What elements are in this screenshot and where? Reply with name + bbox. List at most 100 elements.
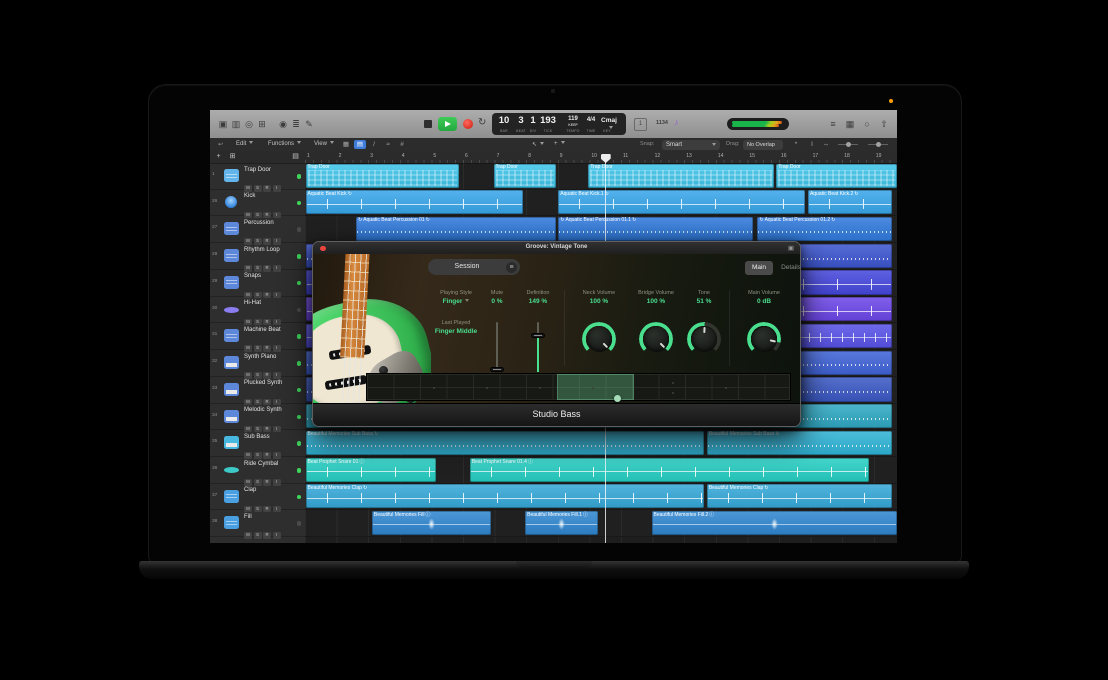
track-on-indicator[interactable]: [297, 227, 302, 232]
ruler-bar-number[interactable]: 5: [433, 153, 436, 159]
region[interactable]: ↻ Aquatic Beat Percussion 01.1 ↻: [558, 217, 753, 241]
slider-handle[interactable]: [531, 333, 545, 338]
stop-button[interactable]: [424, 120, 432, 128]
count-in-button[interactable]: 1: [634, 118, 647, 131]
record-enable-button[interactable]: R: [263, 532, 271, 539]
track-on-indicator[interactable]: [297, 495, 302, 500]
slider-handle[interactable]: [846, 142, 851, 147]
tab-details[interactable]: Details: [775, 261, 800, 275]
library-icon[interactable]: ▣: [216, 117, 230, 131]
track-on-indicator[interactable]: [297, 281, 302, 286]
knob-control[interactable]: [582, 322, 616, 356]
region[interactable]: Trap Door: [588, 164, 773, 188]
track-on-indicator[interactable]: [297, 361, 302, 366]
ruler-bar-number[interactable]: 9: [560, 153, 563, 159]
knob-control[interactable]: [687, 322, 721, 356]
track-header-row[interactable]: 36Ride CymbalMSRI: [210, 457, 305, 484]
menu-view[interactable]: View: [314, 141, 334, 147]
track-on-indicator[interactable]: [297, 334, 302, 339]
region[interactable]: Trap Door: [494, 164, 556, 188]
track-header-row[interactable]: 35Sub BassMSRI: [210, 430, 305, 457]
horizontal-zoom-slider[interactable]: [868, 144, 888, 145]
guides-icon[interactable]: *: [790, 140, 802, 149]
toolbar-icon[interactable]: ⊞: [255, 117, 269, 131]
ruler-bar-number[interactable]: 2: [339, 153, 342, 159]
track-on-indicator[interactable]: [297, 308, 302, 313]
knob-main-volume[interactable]: Main Volume0 dB: [729, 290, 799, 305]
note-pads-icon[interactable]: ▦: [843, 117, 857, 131]
view-mode-icon-1[interactable]: ▤: [354, 140, 366, 149]
region[interactable]: Aquatic Beat Kick.1 ↻: [558, 190, 805, 214]
record-button[interactable]: [463, 119, 473, 129]
editors-icon[interactable]: ✎: [302, 117, 316, 131]
menu-edit[interactable]: Edit: [236, 141, 253, 147]
track-on-indicator[interactable]: [297, 388, 302, 393]
track-header-row[interactable]: 30Hi-HatMSRI: [210, 297, 305, 324]
preset-menu-icon[interactable]: ≡: [506, 262, 517, 273]
ruler-bar-number[interactable]: 16: [781, 153, 787, 159]
view-mode-icon-0[interactable]: ▦: [340, 140, 352, 149]
ruler-bar-number[interactable]: 13: [686, 153, 692, 159]
track-header-row[interactable]: 1Trap DoorMSRI: [210, 163, 305, 190]
ruler-bar-number[interactable]: 3: [370, 153, 373, 159]
ruler-bar-number[interactable]: 19: [876, 153, 882, 159]
track-on-indicator[interactable]: [297, 415, 302, 420]
cycle-button[interactable]: ↻: [478, 117, 486, 128]
track-on-indicator[interactable]: [297, 201, 302, 206]
tab-main[interactable]: Main: [745, 261, 773, 275]
ruler-bar-number[interactable]: 17: [813, 153, 819, 159]
region[interactable]: ↻ Aquatic Beat Percussion 01.2 ↻: [757, 217, 892, 241]
track-header-row[interactable]: 33Plucked SynthMSRI: [210, 377, 305, 404]
vertical-zoom-slider[interactable]: [838, 144, 858, 145]
snap-select[interactable]: Smart: [662, 140, 720, 150]
slider-handle[interactable]: [490, 367, 504, 372]
smart-controls-icon[interactable]: ◉: [276, 117, 290, 131]
back-icon[interactable]: ↩: [218, 141, 223, 148]
track-header-row[interactable]: 37ClapMSRI: [210, 484, 305, 511]
region[interactable]: Beautiful Memories Sub Bass ↻: [707, 431, 892, 455]
pointer-tool-button[interactable]: ↖: [532, 141, 544, 148]
ruler-bar-number[interactable]: 14: [718, 153, 724, 159]
quick-help-icon[interactable]: ◎: [242, 117, 256, 131]
ruler-bar-number[interactable]: 7: [497, 153, 500, 159]
slider-definition[interactable]: Definition149 %: [503, 290, 573, 305]
ruler-bar-number[interactable]: 11: [623, 153, 628, 159]
ruler-bar-number[interactable]: 12: [655, 153, 661, 159]
region[interactable]: Beautiful Memories Clap ↻: [707, 484, 892, 508]
track-on-indicator[interactable]: [297, 521, 302, 526]
region[interactable]: Beat Prophet Snare 01.4 ⓘ: [470, 458, 869, 482]
track-header-row[interactable]: 32Synth PianoMSRI: [210, 350, 305, 377]
ruler-bar-number[interactable]: 6: [465, 153, 468, 159]
preset-selector[interactable]: Session ≡: [428, 259, 520, 275]
ruler-bar-number[interactable]: 15: [749, 153, 755, 159]
fretboard-display[interactable]: [366, 373, 791, 401]
region[interactable]: Aquatic Beat Kick.2 ↻: [808, 190, 892, 214]
solo-button[interactable]: S: [254, 532, 262, 539]
region[interactable]: Beautiful Memories Fill.1 ⓘ: [525, 511, 598, 535]
slider-handle[interactable]: [876, 142, 881, 147]
region[interactable]: Beautiful Memories Fill.2 ⓘ: [652, 511, 897, 535]
drag-select[interactable]: No Overlap: [743, 140, 783, 150]
track-header-row[interactable]: 31Machine BeatMSRI: [210, 323, 305, 350]
auto-zoom-icon[interactable]: ⇔: [820, 140, 832, 149]
ruler-bar-number[interactable]: 10: [591, 153, 597, 159]
track-on-indicator[interactable]: [297, 254, 302, 259]
mute-button[interactable]: M: [244, 532, 252, 539]
track-header-row[interactable]: 28Rhythm LoopMSRI: [210, 243, 305, 270]
slider-track[interactable]: [496, 322, 498, 372]
ruler-bar-number[interactable]: 4: [402, 153, 405, 159]
track-on-indicator[interactable]: [297, 468, 302, 473]
text-tool-icon[interactable]: I: [806, 140, 818, 149]
ruler-bar-number[interactable]: 8: [528, 153, 531, 159]
add-track-button[interactable]: +: [213, 152, 224, 162]
track-header-row[interactable]: 29SnapsMSRI: [210, 270, 305, 297]
lcd-display[interactable]: 10 BAR 3 BEAT 1 DIV 193 TICK 119 KEEP TE…: [492, 113, 626, 135]
region[interactable]: Aquatic Beat Kick ↻: [306, 190, 523, 214]
knob-control[interactable]: [639, 322, 673, 356]
region[interactable]: Beat Prophet Snare 01 ⓘ: [306, 458, 436, 482]
link-icon[interactable]: ▣: [788, 244, 794, 252]
track-on-indicator[interactable]: [297, 441, 302, 446]
list-editors-icon[interactable]: ≡: [826, 117, 840, 131]
region[interactable]: Beautiful Memories Clap ↻: [306, 484, 705, 508]
ruler-bar-number[interactable]: 18: [844, 153, 850, 159]
